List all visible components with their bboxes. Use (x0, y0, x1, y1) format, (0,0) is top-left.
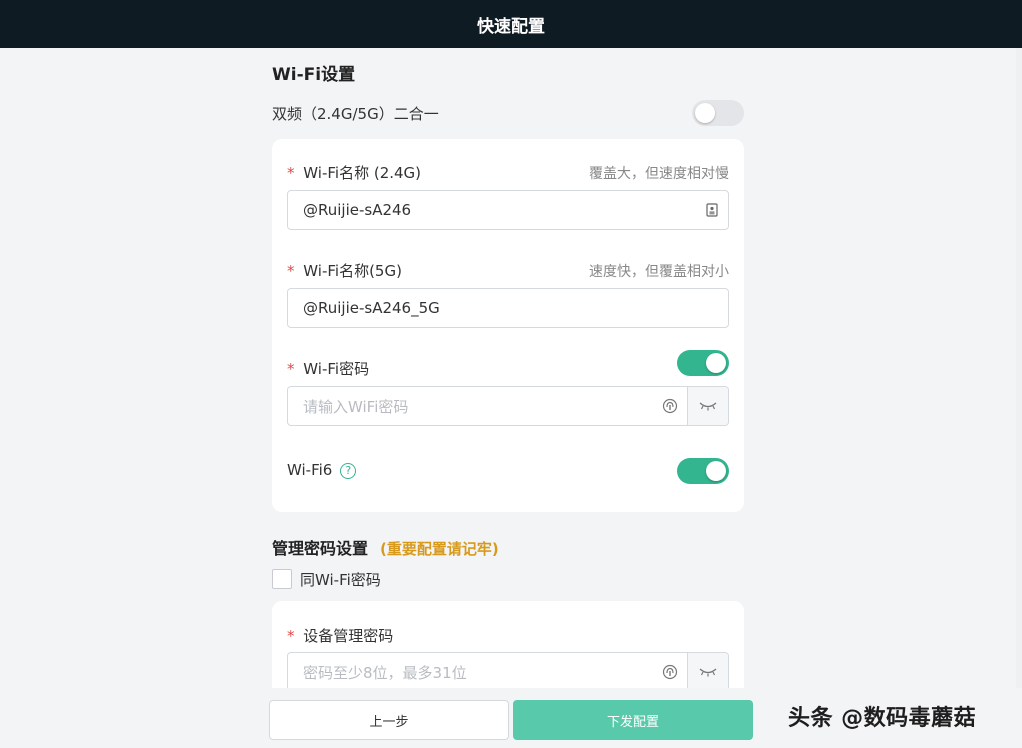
ssid-5g-hint: 速度快，但覆盖相对小 (589, 264, 729, 280)
admin-section-title-text: 管理密码设置 (272, 539, 369, 558)
required-mark: * (287, 164, 295, 182)
ssid-24g-hint: 覆盖大，但速度相对慢 (589, 166, 729, 182)
wifi-password-input[interactable]: 请输入WiFi密码 (287, 386, 729, 426)
wifi-section-title: Wi-Fi设置 (272, 65, 356, 85)
ssid-5g-value: @Ruijie-sA246_5G (303, 299, 440, 317)
wifi-password-label: * Wi-Fi密码 (287, 358, 369, 379)
ssid-5g-label: * Wi-Fi名称(5G) (287, 260, 402, 281)
admin-password-card: * 设备管理密码 密码至少8位，最多31位 (272, 601, 744, 688)
eye-closed-icon[interactable] (687, 653, 728, 688)
question-circle-icon[interactable]: ? (340, 462, 357, 479)
wifi6-label: Wi-Fi6? (287, 461, 357, 479)
id-card-icon (698, 203, 726, 217)
required-mark: * (287, 627, 295, 645)
important-note: (重要配置请记牢) (380, 540, 499, 558)
same-as-wifi-checkbox[interactable] (272, 569, 292, 589)
dual-band-label: 双频（2.4G/5G）二合一 (272, 105, 439, 123)
required-mark: * (287, 262, 295, 280)
toggle-knob (695, 103, 715, 123)
main-content: Wi-Fi设置 双频（2.4G/5G）二合一 * Wi-Fi名称 (2.4G) … (0, 48, 1022, 688)
admin-password-placeholder: 密码至少8位，最多31位 (303, 663, 467, 682)
wifi6-toggle[interactable] (677, 458, 729, 484)
ssid-5g-input[interactable]: @Ruijie-sA246_5G (287, 288, 729, 328)
wifi-password-label-text: Wi-Fi密码 (303, 360, 370, 378)
admin-password-label-text: 设备管理密码 (303, 627, 394, 645)
wifi6-label-text: Wi-Fi6 (287, 461, 333, 479)
wifi-password-toggle[interactable] (677, 350, 729, 376)
admin-password-input[interactable]: 密码至少8位，最多31位 (287, 652, 729, 688)
wifi-password-placeholder: 请输入WiFi密码 (303, 397, 409, 416)
ssid-5g-label-text: Wi-Fi名称(5G) (303, 262, 402, 280)
same-as-wifi-label: 同Wi-Fi密码 (300, 571, 381, 589)
ssid-24g-label: * Wi-Fi名称 (2.4G) (287, 162, 421, 183)
ssid-24g-label-text: Wi-Fi名称 (2.4G) (303, 164, 422, 182)
watermark-text: 头条 @数码毒蘑菇 (788, 706, 977, 731)
ssid-24g-value: @Ruijie-sA246 (303, 201, 412, 219)
submit-config-button[interactable]: 下发配置 (513, 700, 753, 740)
eye-closed-icon[interactable] (687, 387, 728, 425)
page-title: 快速配置 (477, 16, 545, 37)
toggle-knob (706, 353, 726, 373)
top-bar: 快速配置 (0, 0, 1022, 48)
toggle-knob (706, 461, 726, 481)
prev-step-button[interactable]: 上一步 (269, 700, 509, 740)
dual-band-toggle[interactable] (692, 100, 744, 126)
wifi-settings-card: * Wi-Fi名称 (2.4G) 覆盖大，但速度相对慢 @Ruijie-sA24… (272, 139, 744, 512)
admin-section-title: 管理密码设置 (重要配置请记牢) (272, 535, 499, 559)
admin-password-label: * 设备管理密码 (287, 625, 393, 646)
fingerprint-icon (656, 398, 684, 414)
fingerprint-icon (656, 664, 684, 680)
ssid-24g-input[interactable]: @Ruijie-sA246 (287, 190, 729, 230)
required-mark: * (287, 360, 295, 378)
scrollbar[interactable] (1016, 48, 1022, 688)
